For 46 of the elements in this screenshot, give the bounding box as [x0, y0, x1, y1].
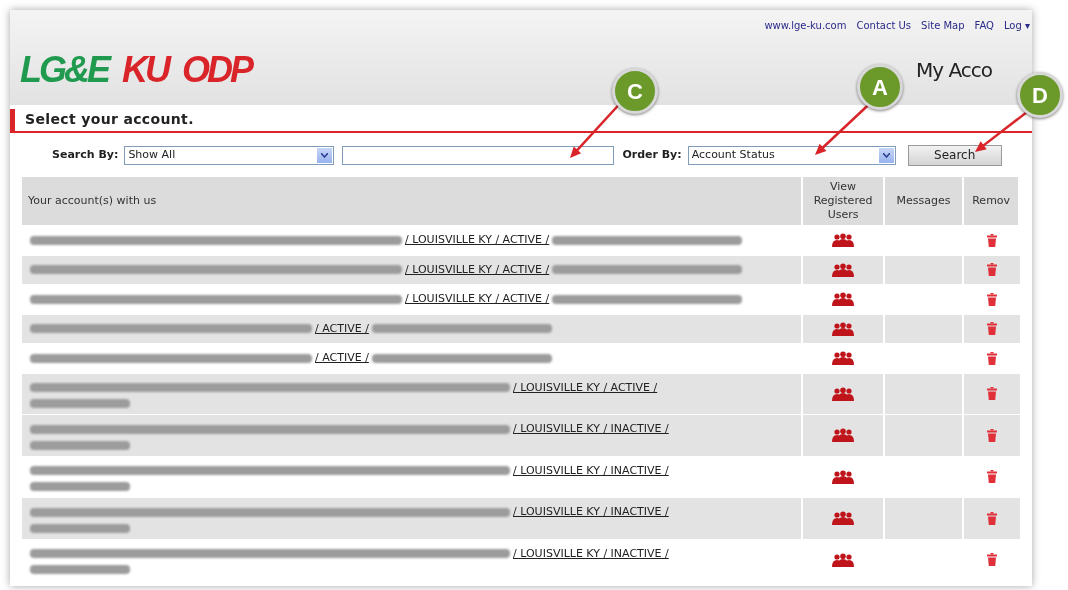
trash-icon[interactable] [987, 553, 998, 567]
account-link[interactable]: / ACTIVE / [315, 320, 369, 337]
trash-icon[interactable] [987, 511, 998, 525]
account-link[interactable]: / LOUISVILLE KY / INACTIVE / [513, 545, 669, 562]
top-link[interactable]: Site Map [921, 18, 965, 33]
dropdown[interactable]: Account Status [687, 145, 896, 165]
trash-icon[interactable] [987, 351, 998, 365]
top-link[interactable]: www.lge-ku.com [764, 18, 847, 33]
trash-icon[interactable] [987, 233, 998, 247]
users-icon[interactable] [832, 552, 855, 567]
account-link[interactable]: / LOUISVILLE KY / ACTIVE / [405, 291, 550, 308]
users-icon[interactable] [832, 428, 855, 443]
dropdown[interactable]: Show All [124, 145, 335, 165]
trash-icon[interactable] [987, 470, 998, 484]
callout-badge: D [1017, 72, 1063, 118]
field-label: Order By: [622, 146, 682, 163]
trash-icon[interactable] [987, 263, 998, 277]
users-icon[interactable] [832, 321, 855, 336]
account-link[interactable]: / LOUISVILLE KY / INACTIVE / [513, 462, 669, 479]
account-link[interactable]: / LOUISVILLE KY / ACTIVE / [405, 261, 550, 278]
users-icon[interactable] [832, 511, 855, 526]
top-link[interactable]: Contact Us [856, 18, 912, 33]
search-button[interactable]: Search [907, 144, 1002, 166]
users-icon[interactable] [832, 469, 855, 484]
section-title: Select your account. [10, 109, 194, 131]
search-field[interactable] [342, 145, 615, 165]
logo[interactable]: KU [122, 43, 168, 97]
users-icon[interactable] [832, 262, 855, 277]
account-link[interactable]: / LOUISVILLE KY / ACTIVE / [405, 232, 550, 249]
trash-icon[interactable] [987, 292, 998, 306]
trash-icon[interactable] [987, 322, 998, 336]
account-link[interactable]: / LOUISVILLE KY / ACTIVE / [513, 379, 658, 396]
logo[interactable]: ODP [182, 43, 252, 97]
users-icon[interactable] [832, 233, 855, 248]
top-link[interactable]: FAQ [974, 18, 994, 33]
users-icon[interactable] [832, 292, 855, 307]
trash-icon[interactable] [987, 428, 998, 442]
page-title: My Acco [916, 57, 993, 84]
field-label: Search By: [52, 146, 119, 163]
account-link[interactable]: / LOUISVILLE KY / INACTIVE / [513, 421, 669, 438]
account-link[interactable]: / LOUISVILLE KY / INACTIVE / [513, 504, 669, 521]
users-icon[interactable] [832, 351, 855, 366]
trash-icon[interactable] [987, 387, 998, 401]
top-link[interactable]: Log ▾ [1003, 18, 1030, 33]
users-icon[interactable] [832, 386, 855, 401]
account-link[interactable]: / ACTIVE / [315, 350, 369, 367]
